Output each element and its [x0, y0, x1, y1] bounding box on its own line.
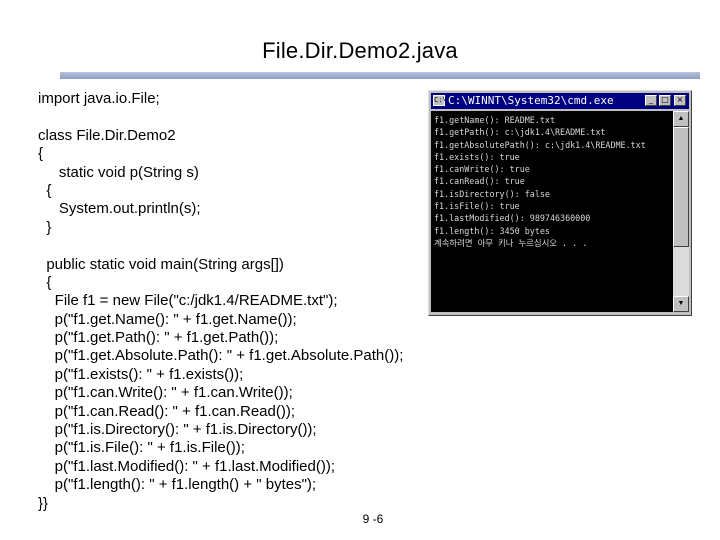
vertical-scrollbar[interactable]: ▲ ▼ — [673, 111, 689, 312]
code-line: p("f1.can.Write(): " + f1.can.Write()); — [38, 384, 293, 402]
scroll-down-arrow-icon[interactable]: ▼ — [673, 296, 689, 312]
console-line: f1.exists(): true — [434, 151, 520, 162]
code-line: static void p(String s) — [38, 163, 199, 181]
code-line: } — [38, 218, 52, 236]
console-titlebar[interactable]: C:\ C:\WINNT\System32\cmd.exe _ □ × — [431, 93, 689, 109]
code-line: p("f1.exists(): " + f1.exists()); — [38, 365, 244, 383]
code-line: File f1 = new File("c:/jdk1.4/README.txt… — [38, 292, 338, 310]
console-title: C:\WINNT\System32\cmd.exe — [448, 94, 614, 107]
console-line: f1.canRead(): true — [434, 176, 525, 187]
code-line: p("f1.get.Name(): " + f1.get.Name()); — [38, 310, 297, 328]
cmd-icon[interactable]: C:\ — [433, 95, 447, 106]
console-line: 계속하려면 아무 키나 누르십시오 . . . — [434, 237, 588, 248]
slide-title: File.Dir.Demo2.java — [262, 38, 458, 63]
console-line: f1.length(): 3450 bytes — [434, 225, 550, 236]
code-line: p("f1.length(): " + f1.length() + " byte… — [38, 476, 317, 494]
console-line: f1.getName(): README.txt — [434, 115, 556, 125]
code-line: { — [38, 273, 52, 291]
code-line: p("f1.get.Absolute.Path(): " + f1.get.Ab… — [38, 347, 404, 365]
console-line: f1.isFile(): true — [434, 201, 520, 212]
scroll-up-arrow-icon[interactable]: ▲ — [673, 111, 689, 127]
console-line: f1.getAbsolutePath(): c:\jdk1.4\README.t… — [434, 139, 646, 150]
page-number: 9 -6 — [362, 512, 384, 526]
code-line: p("f1.is.File(): " + f1.is.File()); — [38, 439, 245, 457]
code-line: System.out.println(s); — [38, 200, 201, 218]
title-underline — [60, 72, 700, 79]
console-line: f1.isDirectory(): false — [434, 188, 550, 199]
code-line: { — [38, 145, 44, 163]
console-output[interactable]: f1.getName(): README.txt f1.getPath(): c:… — [431, 111, 673, 312]
scroll-thumb[interactable] — [673, 127, 689, 247]
code-line: p("f1.can.Read(): " + f1.can.Read()); — [38, 402, 296, 420]
code-line: p("f1.get.Path(): " + f1.get.Path()); — [38, 329, 279, 347]
code-line: public static void main(String args[]) — [38, 255, 284, 273]
code-line: class File.Dir.Demo2 — [38, 126, 176, 144]
close-button[interactable]: × — [674, 95, 686, 106]
code-listing: import java.io.File; class File.Dir.Demo2… — [38, 90, 403, 513]
maximize-button[interactable]: □ — [659, 95, 671, 106]
code-line: }} — [38, 494, 49, 512]
code-line: p("f1.last.Modified(): " + f1.last.Modif… — [38, 457, 335, 475]
console-line: f1.canWrite(): true — [434, 164, 530, 175]
console-window[interactable]: C:\ C:\WINNT\System32\cmd.exe _ □ × f1.g… — [428, 90, 692, 316]
console-line: f1.lastModified(): 989746360000 — [434, 213, 591, 224]
minimize-button[interactable]: _ — [645, 95, 657, 106]
code-line: p("f1.is.Directory(): " + f1.is.Director… — [38, 421, 317, 439]
code-line: { — [38, 181, 52, 199]
console-line: f1.getPath(): c:\jdk1.4\README.txt — [434, 127, 606, 138]
code-line: import java.io.File; — [38, 90, 160, 107]
console-output-lines: f1.getName(): README.txt f1.getPath(): c:… — [434, 114, 671, 249]
